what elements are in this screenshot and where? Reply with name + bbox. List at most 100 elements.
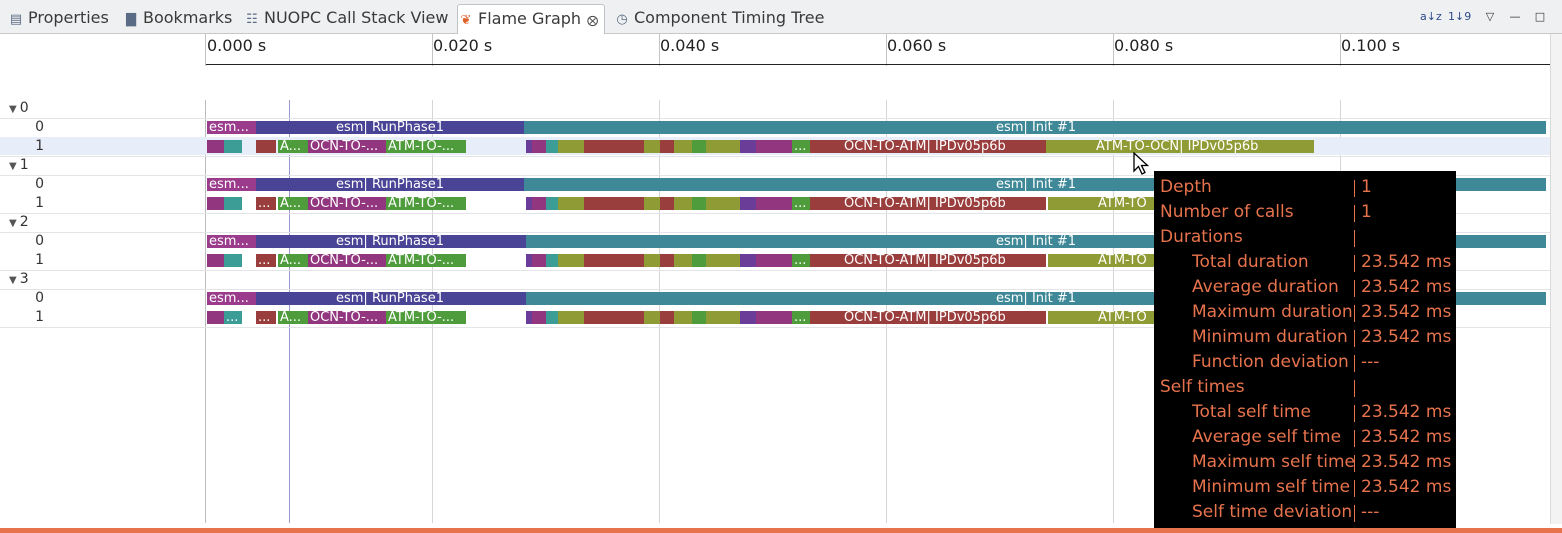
collapse-icon[interactable]: ▼ bbox=[9, 161, 17, 172]
flame-bar-atm-to-ocn[interactable]: ATM-TO bbox=[1096, 254, 1154, 267]
flame-bar-runphase[interactable] bbox=[256, 292, 334, 305]
flame-bar-runphase[interactable]: esm| RunPhase1 bbox=[334, 235, 526, 248]
minimize-icon[interactable]: — bbox=[1507, 8, 1523, 26]
flame-bar-init[interactable] bbox=[524, 178, 994, 191]
flame-bar[interactable] bbox=[1048, 311, 1096, 324]
flame-bar-esm[interactable]: esm... bbox=[207, 121, 256, 134]
tab-component-timing-tree[interactable]: ◷ Component Timing Tree bbox=[614, 4, 824, 32]
flame-bar[interactable]: A... bbox=[278, 140, 308, 153]
flame-bar[interactable] bbox=[660, 311, 674, 324]
flame-bar[interactable]: OCN-TO-... bbox=[308, 197, 386, 210]
flame-bar[interactable] bbox=[596, 254, 644, 267]
flame-bar[interactable] bbox=[1048, 254, 1096, 267]
flame-bar[interactable] bbox=[674, 254, 692, 267]
flame-bar[interactable]: OCN-TO-... bbox=[308, 254, 386, 267]
flame-bar[interactable] bbox=[756, 254, 792, 267]
flame-bar[interactable]: ATM-TO-... bbox=[386, 140, 466, 153]
flame-bar[interactable] bbox=[584, 311, 596, 324]
flame-bar-init[interactable] bbox=[526, 235, 996, 248]
tree-row-label[interactable]: 1 bbox=[0, 252, 44, 268]
tree-group-2[interactable]: ▼ 2 bbox=[9, 214, 29, 230]
flame-bar[interactable] bbox=[224, 197, 242, 210]
flame-bar-atm-to-ocn[interactable]: ATM-TO-OCN| IPDv05p6b bbox=[1094, 140, 1314, 153]
tree-group-1[interactable]: ▼ 1 bbox=[9, 157, 29, 173]
tab-flame-graph[interactable]: ❦ Flame Graph ⨂ bbox=[457, 4, 606, 34]
flame-bar-runphase[interactable] bbox=[256, 121, 334, 134]
vertical-scrollbar[interactable] bbox=[1550, 34, 1562, 524]
flame-bar[interactable]: ATM-TO-... bbox=[386, 254, 466, 267]
flame-bar[interactable]: ... bbox=[792, 197, 810, 210]
flame-bar[interactable] bbox=[532, 311, 546, 324]
flame-bar[interactable] bbox=[546, 140, 558, 153]
flame-bar[interactable] bbox=[810, 311, 842, 324]
flame-bar[interactable] bbox=[692, 254, 706, 267]
flame-bar[interactable] bbox=[740, 197, 756, 210]
sort-numeric-icon[interactable]: 1↓9 bbox=[1448, 8, 1471, 26]
flame-bar[interactable] bbox=[740, 311, 756, 324]
flame-bar-ocn-to-atm[interactable]: OCN-TO-ATM| IPDv05p6b bbox=[842, 140, 1046, 153]
flame-bar[interactable] bbox=[810, 254, 842, 267]
flame-bar[interactable] bbox=[644, 254, 660, 267]
flame-bar[interactable]: A... bbox=[278, 254, 308, 267]
flame-bar[interactable]: OCN-TO-... bbox=[308, 311, 386, 324]
flame-bar-init[interactable]: esm| Init #1 bbox=[994, 121, 1546, 134]
flame-bar[interactable] bbox=[1048, 197, 1096, 210]
flame-bar[interactable] bbox=[674, 197, 692, 210]
flame-bar[interactable] bbox=[810, 140, 842, 153]
flame-bar[interactable] bbox=[207, 197, 224, 210]
flame-bar[interactable] bbox=[596, 197, 644, 210]
tree-row-label[interactable]: 1 bbox=[0, 138, 44, 154]
flame-bar-runphase[interactable]: esm| RunPhase1 bbox=[334, 292, 526, 305]
flame-bar[interactable] bbox=[674, 140, 692, 153]
flame-bar[interactable] bbox=[706, 254, 740, 267]
flame-bar[interactable]: ATM-TO-... bbox=[386, 311, 466, 324]
flame-bar[interactable] bbox=[596, 140, 644, 153]
flame-bar[interactable] bbox=[756, 140, 792, 153]
flame-bar-atm-to-ocn[interactable]: ATM-TO bbox=[1096, 197, 1154, 210]
flame-bar[interactable] bbox=[546, 311, 558, 324]
flame-bar-runphase[interactable]: esm| RunPhase1 bbox=[334, 121, 524, 134]
flame-bar[interactable]: ... bbox=[224, 311, 242, 324]
flame-bar[interactable] bbox=[740, 140, 756, 153]
tree-group-3[interactable]: ▼ 3 bbox=[9, 271, 29, 287]
flame-bar[interactable] bbox=[692, 311, 706, 324]
tree-row-label[interactable]: 0 bbox=[0, 119, 44, 135]
tree-row-label[interactable]: 1 bbox=[0, 195, 44, 211]
flame-bar[interactable]: ... bbox=[256, 197, 276, 210]
flame-bar[interactable] bbox=[706, 197, 740, 210]
flame-bar[interactable]: A... bbox=[278, 197, 308, 210]
flame-bar-atm-to-ocn[interactable]: ATM-TO bbox=[1096, 311, 1154, 324]
flame-bar-ocn-to-atm[interactable]: OCN-TO-ATM| IPDv05p6b bbox=[842, 254, 1046, 267]
flame-bar[interactable] bbox=[644, 197, 660, 210]
flame-bar[interactable] bbox=[546, 254, 558, 267]
flame-bar[interactable] bbox=[558, 140, 584, 153]
flame-bar[interactable] bbox=[706, 311, 740, 324]
maximize-icon[interactable]: □ bbox=[1532, 8, 1548, 26]
collapse-icon[interactable]: ▼ bbox=[9, 275, 17, 286]
flame-bar[interactable]: ... bbox=[256, 254, 276, 267]
flame-bar[interactable]: A... bbox=[278, 311, 308, 324]
flame-bar[interactable]: ... bbox=[792, 311, 810, 324]
flame-bar[interactable] bbox=[532, 197, 546, 210]
flame-bar[interactable] bbox=[224, 140, 242, 153]
flame-bar-init[interactable] bbox=[526, 292, 996, 305]
flame-bar[interactable] bbox=[756, 197, 792, 210]
flame-bar[interactable] bbox=[584, 254, 596, 267]
flame-bar-ocn-to-atm[interactable]: OCN-TO-ATM| IPDv05p6b bbox=[842, 197, 1046, 210]
tab-bookmarks[interactable]: ▇ Bookmarks bbox=[123, 4, 232, 32]
flame-bar[interactable] bbox=[756, 311, 792, 324]
flame-bar[interactable] bbox=[644, 140, 660, 153]
flame-bar[interactable] bbox=[740, 254, 756, 267]
flame-bar[interactable] bbox=[256, 140, 276, 153]
tree-row-label[interactable]: 0 bbox=[0, 176, 44, 192]
tree-group-0[interactable]: ▼ 0 bbox=[9, 100, 29, 116]
flame-bar[interactable] bbox=[207, 311, 224, 324]
flame-bar[interactable] bbox=[674, 311, 692, 324]
flame-bar[interactable] bbox=[584, 140, 596, 153]
flame-bar[interactable] bbox=[660, 197, 674, 210]
flame-bar[interactable] bbox=[207, 140, 224, 153]
close-icon[interactable]: ⨂ bbox=[587, 14, 598, 27]
flame-bar[interactable] bbox=[660, 254, 674, 267]
flame-bar[interactable]: ATM-TO-... bbox=[386, 197, 466, 210]
view-menu-icon[interactable]: ▽ bbox=[1482, 8, 1498, 26]
